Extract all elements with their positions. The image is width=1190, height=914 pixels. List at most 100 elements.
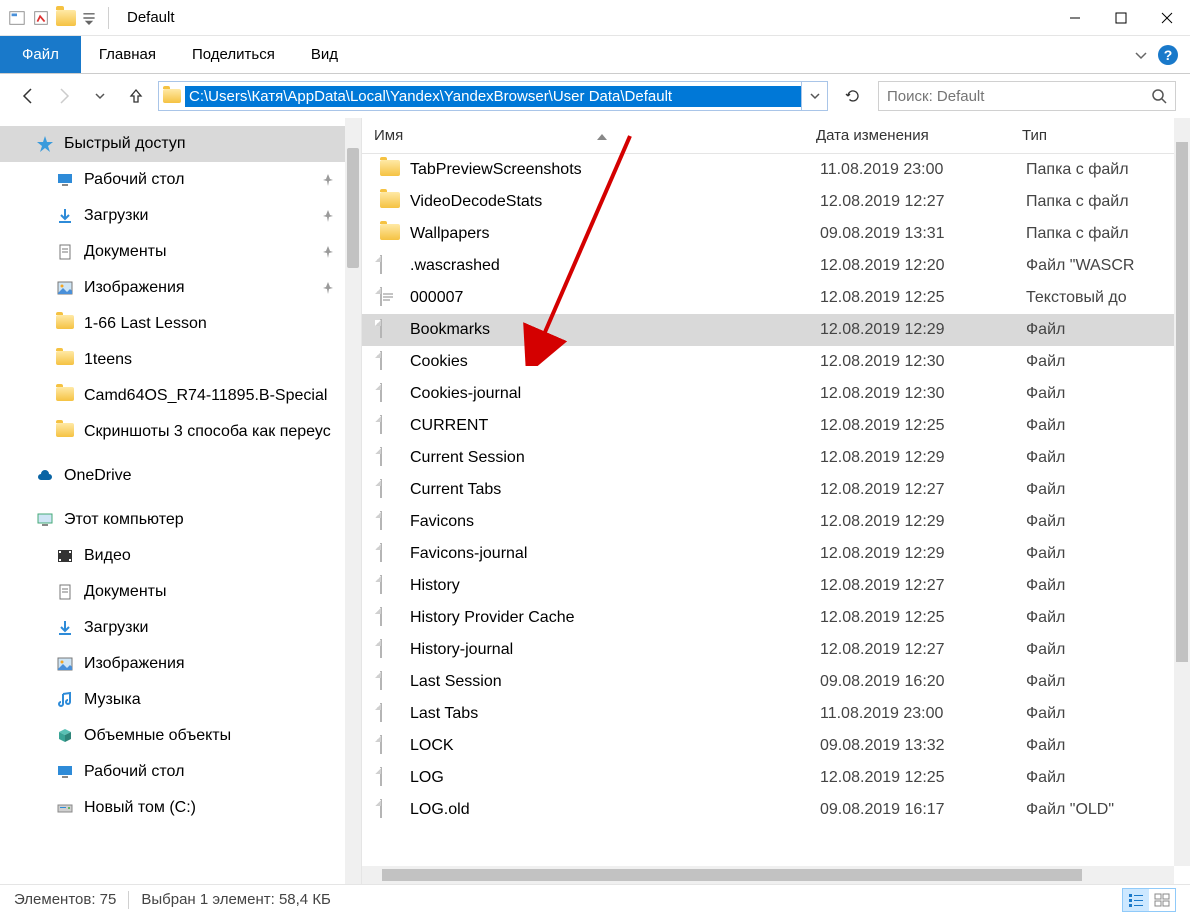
file-row[interactable]: Favicons-journal12.08.2019 12:29Файл — [362, 538, 1190, 570]
folder-icon — [56, 315, 74, 333]
ribbon-expand-icon[interactable] — [1134, 48, 1148, 62]
drive-icon — [56, 799, 74, 817]
address-dropdown-icon[interactable] — [801, 82, 827, 110]
file-name: Bookmarks — [410, 321, 820, 339]
view-details-button[interactable] — [1123, 889, 1149, 911]
ribbon-tab-home[interactable]: Главная — [81, 36, 174, 73]
folder-icon — [380, 192, 400, 212]
qat-folder-icon[interactable] — [56, 10, 76, 26]
file-date: 09.08.2019 13:31 — [820, 225, 1026, 243]
pin-icon — [321, 209, 335, 223]
file-row[interactable]: Wallpapers09.08.2019 13:31Папка с файл — [362, 218, 1190, 250]
file-date: 12.08.2019 12:20 — [820, 257, 1026, 275]
file-row[interactable]: CURRENT12.08.2019 12:25Файл — [362, 410, 1190, 442]
ribbon-tab-file[interactable]: Файл — [0, 36, 81, 73]
file-date: 12.08.2019 12:30 — [820, 353, 1026, 371]
this-pc-item[interactable]: Документы — [0, 574, 361, 610]
this-pc-item[interactable]: Музыка — [0, 682, 361, 718]
file-type: Файл — [1026, 481, 1190, 499]
quick-access-item[interactable]: 1teens — [0, 342, 361, 378]
file-row[interactable]: Last Session09.08.2019 16:20Файл — [362, 666, 1190, 698]
file-row[interactable]: 00000712.08.2019 12:25Текстовый до — [362, 282, 1190, 314]
onedrive-label: OneDrive — [64, 467, 132, 485]
qat-properties-icon[interactable] — [32, 9, 50, 27]
qat-dropdown-icon[interactable] — [82, 11, 96, 25]
quick-access-item[interactable]: Документы — [0, 234, 361, 270]
this-pc-item[interactable]: Загрузки — [0, 610, 361, 646]
file-row[interactable]: Cookies12.08.2019 12:30Файл — [362, 346, 1190, 378]
sidebar-item-label: Рабочий стол — [84, 763, 184, 781]
search-box[interactable] — [878, 81, 1176, 111]
file-type: Файл "OLD" — [1026, 801, 1190, 819]
separator — [108, 7, 109, 29]
column-type[interactable]: Тип — [1022, 127, 1190, 144]
file-icon — [380, 704, 400, 724]
file-row[interactable]: Last Tabs11.08.2019 23:00Файл — [362, 698, 1190, 730]
address-bar[interactable]: C:\Users\Катя\AppData\Local\Yandex\Yande… — [158, 81, 828, 111]
file-row[interactable]: LOG12.08.2019 12:25Файл — [362, 762, 1190, 794]
search-input[interactable] — [887, 88, 1151, 105]
file-row[interactable]: Favicons12.08.2019 12:29Файл — [362, 506, 1190, 538]
folder-icon — [380, 160, 400, 180]
file-date: 12.08.2019 12:25 — [820, 609, 1026, 627]
address-path[interactable]: C:\Users\Катя\AppData\Local\Yandex\Yande… — [185, 86, 801, 107]
search-icon[interactable] — [1151, 88, 1167, 104]
file-row[interactable]: Current Tabs12.08.2019 12:27Файл — [362, 474, 1190, 506]
nav-forward-button[interactable] — [50, 82, 78, 110]
ribbon-tab-view[interactable]: Вид — [293, 36, 356, 73]
this-pc-header[interactable]: Этот компьютер — [0, 502, 361, 538]
nav-recent-dropdown[interactable] — [86, 82, 114, 110]
file-date: 12.08.2019 12:30 — [820, 385, 1026, 403]
file-row[interactable]: Bookmarks12.08.2019 12:29Файл — [362, 314, 1190, 346]
this-pc-item[interactable]: Объемные объекты — [0, 718, 361, 754]
refresh-button[interactable] — [836, 81, 870, 111]
content-scrollbar-horizontal[interactable] — [362, 866, 1174, 884]
file-row[interactable]: .wascrashed12.08.2019 12:20Файл "WASCR — [362, 250, 1190, 282]
separator — [128, 891, 129, 909]
nav-back-button[interactable] — [14, 82, 42, 110]
help-button[interactable]: ? — [1158, 45, 1178, 65]
nav-up-button[interactable] — [122, 82, 150, 110]
file-row[interactable]: Current Session12.08.2019 12:29Файл — [362, 442, 1190, 474]
file-icon — [380, 384, 400, 404]
quick-access-item[interactable]: 1-66 Last Lesson — [0, 306, 361, 342]
file-date: 12.08.2019 12:27 — [820, 193, 1026, 211]
file-row[interactable]: VideoDecodeStats12.08.2019 12:27Папка с … — [362, 186, 1190, 218]
close-button[interactable] — [1144, 0, 1190, 36]
file-row[interactable]: Cookies-journal12.08.2019 12:30Файл — [362, 378, 1190, 410]
quick-access-item[interactable]: Загрузки — [0, 198, 361, 234]
onedrive-item[interactable]: OneDrive — [0, 458, 361, 494]
this-pc-item[interactable]: Видео — [0, 538, 361, 574]
quick-access-item[interactable]: Изображения — [0, 270, 361, 306]
quick-access-header[interactable]: Быстрый доступ — [0, 126, 361, 162]
quick-access-item[interactable]: Рабочий стол — [0, 162, 361, 198]
this-pc-item[interactable]: Новый том (C:) — [0, 790, 361, 826]
sidebar-scrollbar[interactable] — [345, 118, 361, 884]
column-name[interactable]: Имя — [374, 127, 816, 144]
file-type: Файл — [1026, 577, 1190, 595]
file-row[interactable]: LOG.old09.08.2019 16:17Файл "OLD" — [362, 794, 1190, 826]
file-type: Файл — [1026, 385, 1190, 403]
quick-access-item[interactable]: Скриншоты 3 способа как переус — [0, 414, 361, 450]
status-bar: Элементов: 75 Выбран 1 элемент: 58,4 КБ — [0, 884, 1190, 914]
this-pc-label: Этот компьютер — [64, 511, 184, 529]
this-pc-item[interactable]: Рабочий стол — [0, 754, 361, 790]
file-date: 09.08.2019 16:17 — [820, 801, 1026, 819]
content-scrollbar-vertical[interactable] — [1174, 118, 1190, 866]
file-row[interactable]: TabPreviewScreenshots11.08.2019 23:00Пап… — [362, 154, 1190, 186]
column-date[interactable]: Дата изменения — [816, 127, 1022, 144]
ribbon-tab-share[interactable]: Поделиться — [174, 36, 293, 73]
this-pc-item[interactable]: Изображения — [0, 646, 361, 682]
file-row[interactable]: History12.08.2019 12:27Файл — [362, 570, 1190, 602]
file-name: LOCK — [410, 737, 820, 755]
file-row[interactable]: History-journal12.08.2019 12:27Файл — [362, 634, 1190, 666]
file-name: VideoDecodeStats — [410, 193, 820, 211]
file-row[interactable]: History Provider Cache12.08.2019 12:25Фа… — [362, 602, 1190, 634]
file-icon — [380, 512, 400, 532]
quick-access-item[interactable]: Camd64OS_R74-11895.B-Special — [0, 378, 361, 414]
maximize-button[interactable] — [1098, 0, 1144, 36]
view-thumbnails-button[interactable] — [1149, 889, 1175, 911]
view-toggle — [1122, 888, 1176, 912]
file-row[interactable]: LOCK09.08.2019 13:32Файл — [362, 730, 1190, 762]
minimize-button[interactable] — [1052, 0, 1098, 36]
